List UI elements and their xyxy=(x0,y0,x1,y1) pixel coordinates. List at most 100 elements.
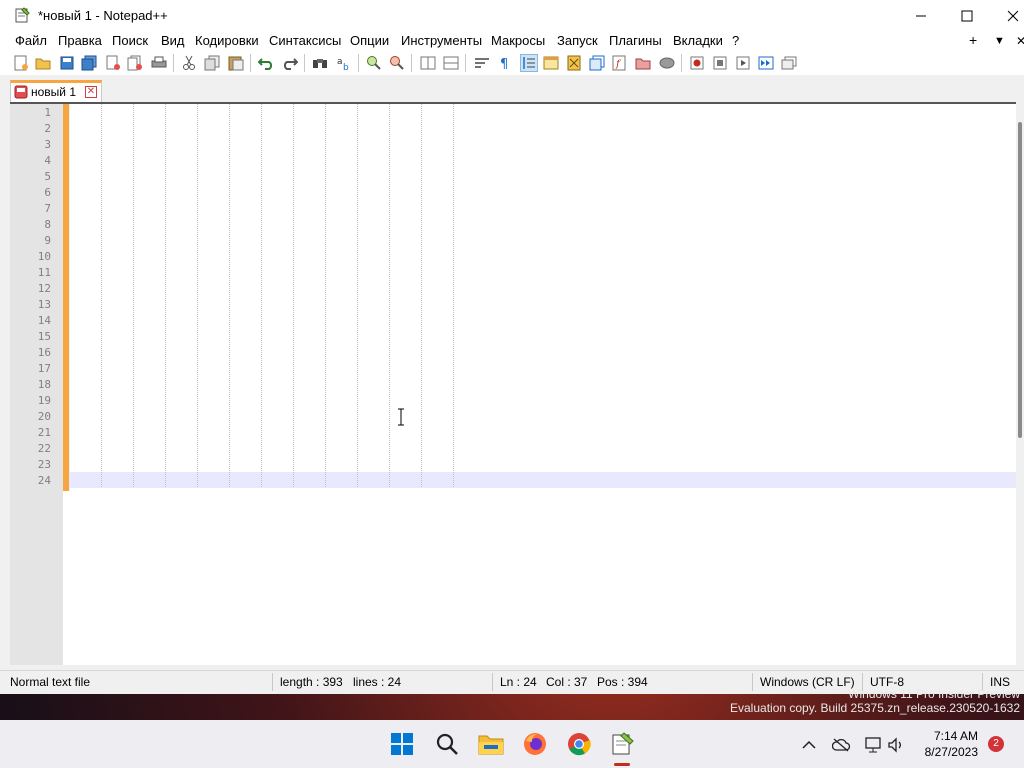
save-all-icon[interactable] xyxy=(80,54,98,72)
doc-map-icon[interactable] xyxy=(565,54,583,72)
doc-list-icon[interactable] xyxy=(588,54,606,72)
editor-area[interactable]: 1 2 3 4 5 6 7 8 9 10 11 12 13 14 15 16 17 18 19 20 21 22 23 24 xyxy=(10,102,1016,665)
zoom-out-icon[interactable] xyxy=(388,54,406,72)
firefox-icon[interactable] xyxy=(521,730,549,758)
sync-vertical-icon[interactable] xyxy=(419,54,437,72)
vertical-scrollbar[interactable] xyxy=(1016,102,1024,665)
search-icon[interactable] xyxy=(433,730,461,758)
line-number: 10 xyxy=(37,250,51,263)
title-bar[interactable]: *новый 1 - Notepad++ xyxy=(0,0,1024,32)
menu-edit[interactable]: Правка xyxy=(58,33,102,48)
run-macro-multiple-icon[interactable] xyxy=(757,54,775,72)
clock[interactable]: 7:14 AM 8/27/2023 xyxy=(912,728,978,760)
clock-time: 7:14 AM xyxy=(933,729,978,743)
line-number: 4 xyxy=(44,154,51,167)
status-ln: Ln : 24 xyxy=(500,675,537,689)
udl-icon[interactable] xyxy=(542,54,560,72)
function-list-icon[interactable]: f xyxy=(611,54,629,72)
cut-icon[interactable] xyxy=(180,54,198,72)
volume-icon[interactable] xyxy=(887,736,905,754)
replace-icon[interactable]: ab xyxy=(335,54,353,72)
watermark-line-2: Evaluation copy. Build 25375.zn_release.… xyxy=(730,701,1020,715)
indent-guide-icon[interactable] xyxy=(520,54,538,72)
menu-macro[interactable]: Макросы xyxy=(491,33,545,48)
line-number: 6 xyxy=(44,186,51,199)
open-file-icon[interactable] xyxy=(34,54,52,72)
chrome-icon[interactable] xyxy=(565,730,593,758)
svg-text:b: b xyxy=(343,63,349,71)
status-col: Col : 37 xyxy=(546,675,588,689)
line-number: 13 xyxy=(37,298,51,311)
text-area[interactable] xyxy=(69,104,1016,665)
indent-guide-line xyxy=(197,104,198,487)
svg-text:¶: ¶ xyxy=(500,57,508,70)
menu-window[interactable]: Вкладки xyxy=(673,33,723,48)
monitoring-icon[interactable] xyxy=(658,54,676,72)
new-file-icon[interactable] xyxy=(12,54,30,72)
status-lines: lines : 24 xyxy=(353,675,402,689)
file-explorer-icon[interactable] xyxy=(477,730,505,758)
menu-view[interactable]: Вид xyxy=(161,33,185,48)
word-wrap-icon[interactable] xyxy=(473,54,491,72)
copy-icon[interactable] xyxy=(203,54,221,72)
play-macro-icon[interactable] xyxy=(734,54,752,72)
document-tab[interactable]: новый 1 ✕ xyxy=(10,80,102,102)
line-number: 19 xyxy=(37,394,51,407)
tab-close-icon[interactable]: ✕ xyxy=(85,86,97,98)
window-title: *новый 1 - Notepad++ xyxy=(38,8,168,23)
find-icon[interactable] xyxy=(311,54,329,72)
clock-date: 8/27/2023 xyxy=(924,745,978,759)
onedrive-offline-icon[interactable] xyxy=(832,736,850,754)
network-icon[interactable] xyxy=(864,736,882,754)
undo-icon[interactable] xyxy=(257,54,275,72)
scrollbar-thumb[interactable] xyxy=(1018,122,1022,438)
redo-icon[interactable] xyxy=(281,54,299,72)
current-line-highlight xyxy=(69,472,1016,488)
menu-run[interactable]: Запуск xyxy=(557,33,598,48)
notepad-plus-icon[interactable] xyxy=(608,730,636,758)
folder-workspace-icon[interactable] xyxy=(634,54,652,72)
indent-guide-line xyxy=(389,104,390,487)
menu-encoding[interactable]: Кодировки xyxy=(195,33,259,48)
show-all-chars-icon[interactable]: ¶ xyxy=(496,54,514,72)
minimize-button[interactable] xyxy=(898,0,944,32)
notification-badge[interactable]: 2 xyxy=(988,736,1004,752)
save-icon[interactable] xyxy=(58,54,76,72)
line-number: 24 xyxy=(37,474,51,487)
save-macro-icon[interactable] xyxy=(780,54,798,72)
menu-language[interactable]: Синтаксисы xyxy=(269,33,341,48)
text-cursor-icon xyxy=(397,408,405,429)
indent-guide-line xyxy=(261,104,262,487)
watermark-line-1: Windows 11 Pro Insider Preview xyxy=(848,687,1020,701)
windows-start-icon[interactable] xyxy=(388,730,416,758)
print-icon[interactable] xyxy=(150,54,168,72)
notepad-plus-icon xyxy=(14,7,30,23)
menu-settings[interactable]: Опции xyxy=(350,33,389,48)
indent-guide-line xyxy=(293,104,294,487)
status-file-type: Normal text file xyxy=(10,675,91,689)
new-tab-plus-icon[interactable]: + xyxy=(969,32,977,48)
stop-record-icon[interactable] xyxy=(711,54,729,72)
menu-file[interactable]: Файл xyxy=(15,33,47,48)
close-icon[interactable] xyxy=(104,54,122,72)
close-all-icon[interactable] xyxy=(126,54,144,72)
sync-horizontal-icon[interactable] xyxy=(442,54,460,72)
toolbar: ab ¶ f xyxy=(0,51,1024,75)
menu-tools[interactable]: Инструменты xyxy=(401,33,482,48)
menu-plugins[interactable]: Плагины xyxy=(609,33,662,48)
close-doc-icon[interactable]: ✕ xyxy=(1016,34,1024,48)
zoom-in-icon[interactable] xyxy=(365,54,383,72)
record-macro-icon[interactable] xyxy=(688,54,706,72)
tab-list-down-icon[interactable]: ▼ xyxy=(994,35,1005,47)
chevron-up-icon[interactable] xyxy=(800,736,818,754)
menu-help[interactable]: ? xyxy=(732,33,739,48)
line-number: 8 xyxy=(44,218,51,231)
notepad-plus-window: *новый 1 - Notepad++ Файл Правка Поиск В… xyxy=(0,0,1024,694)
status-pos: Pos : 394 xyxy=(597,675,648,689)
paste-icon[interactable] xyxy=(227,54,245,72)
minimize-icon xyxy=(916,15,926,17)
status-eol[interactable]: Windows (CR LF) xyxy=(760,675,855,689)
maximize-button[interactable] xyxy=(944,0,990,32)
menu-search[interactable]: Поиск xyxy=(112,33,148,48)
close-window-button[interactable] xyxy=(990,0,1024,32)
